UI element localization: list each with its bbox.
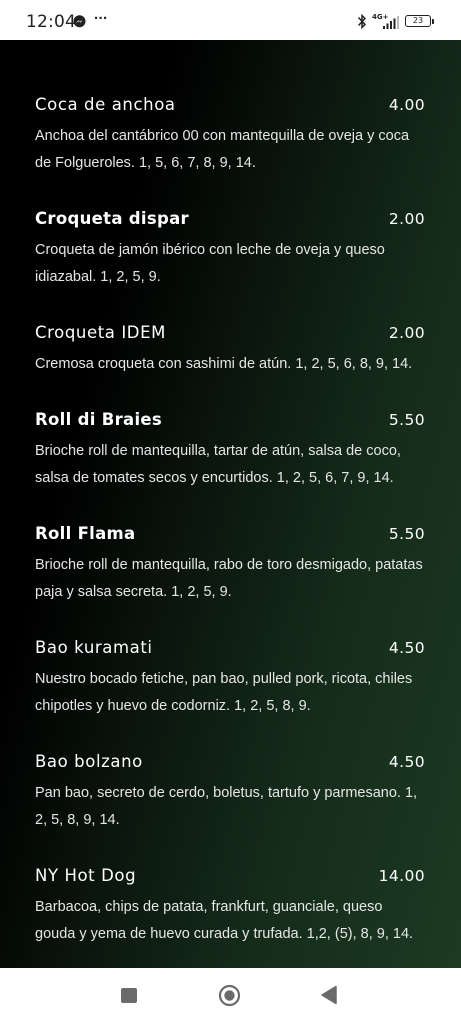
item-name: Coca de anchoa (35, 95, 176, 114)
status-time: 12:04 (26, 12, 76, 32)
item-name: Roll di Braies (35, 410, 163, 429)
item-name: Croqueta IDEM (35, 323, 166, 342)
menu-list[interactable]: Coca de anchoa 4.00 Anchoa del cantábric… (0, 40, 461, 968)
bluetooth-icon (357, 13, 367, 30)
item-price: 4.00 (388, 96, 425, 114)
recents-icon[interactable] (121, 988, 137, 1003)
battery-icon: 23 (405, 15, 431, 27)
item-price: 2.00 (388, 324, 425, 342)
item-price: 5.50 (388, 525, 425, 543)
item-price: 2.00 (388, 210, 425, 228)
item-name: Croqueta dispar (35, 209, 189, 228)
item-description: Brioche roll de mantequilla, rabo de tor… (35, 557, 423, 600)
item-name: Bao bolzano (35, 752, 143, 771)
navigation-bar (0, 968, 461, 1024)
battery-tip (432, 19, 434, 24)
item-description: Barbacoa, chips de patata, frankfurt, gu… (35, 899, 414, 942)
item-name: NY Hot Dog (35, 866, 137, 885)
item-price: 14.00 (378, 867, 425, 885)
item-price: 4.50 (388, 753, 425, 771)
item-description: Nuestro bocado fetiche, pan bao, pulled … (35, 671, 413, 714)
item-price: 5.50 (388, 411, 425, 429)
signal-icon (383, 16, 399, 29)
item-description: Pan bao, secreto de cerdo, boletus, tart… (35, 785, 418, 828)
item-price: 4.50 (388, 639, 425, 657)
item-name: Bao kuramati (35, 638, 153, 657)
item-name: Roll Flama (35, 524, 136, 543)
home-icon[interactable] (218, 984, 241, 1007)
back-icon[interactable] (320, 985, 338, 1005)
item-description: Cremosa croqueta con sashimi de atún. 1,… (35, 356, 413, 372)
battery-level: 23 (412, 16, 424, 25)
item-description: Croqueta de jamón ibérico con leche de o… (35, 242, 385, 285)
item-description: Brioche roll de mantequilla, tartar de a… (35, 443, 401, 486)
more-notifications-icon: ··· (94, 10, 108, 27)
status-bar: 12:04 ··· 4G+ 23 (0, 0, 461, 40)
messenger-icon (73, 15, 86, 28)
item-description: Anchoa del cantábrico 00 con mantequilla… (35, 128, 410, 171)
